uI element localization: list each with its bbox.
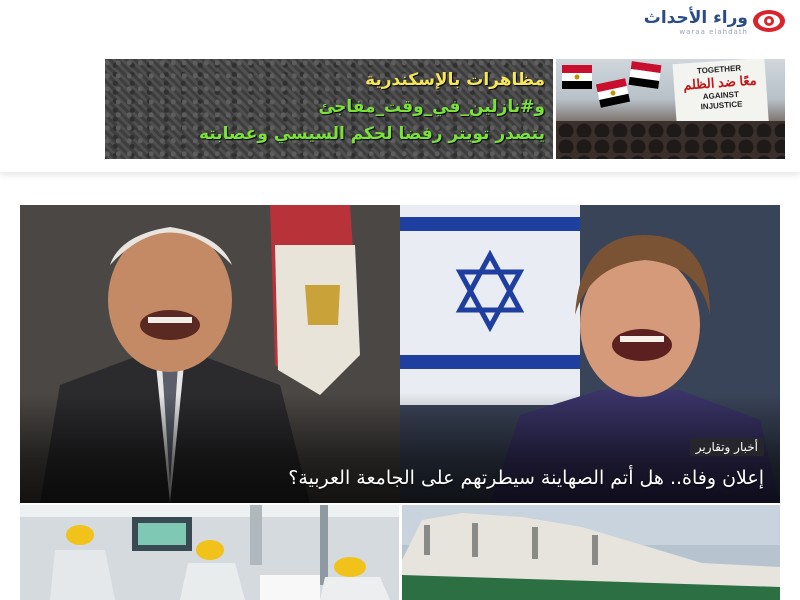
egypt-flag-icon [628,61,662,89]
featured-headline[interactable]: إعلان وفاة.. هل أتم الصهاينة سيطرتهم على… [44,463,764,493]
building-facade-photo [402,505,780,600]
category-badge[interactable]: أخبار وتقارير [689,438,764,456]
banner-lines: مظاهرات بالإسكندرية و#نازلين_في_وقت_مفاج… [105,67,545,148]
ad-banner[interactable]: مظاهرات بالإسكندرية و#نازلين_في_وقت_مفاج… [105,59,785,159]
egypt-flag-icon [595,78,631,108]
site-logo[interactable]: وراء الأحداث waraa elahdath [644,6,786,38]
hospital-icu-photo [20,505,399,600]
banner-protest-photo: TOGETHER معًا ضد الظلم AGAINST INJUSTICE [556,59,785,159]
banner-line: مظاهرات بالإسكندرية [365,70,545,90]
logo-text: وراء الأحداث [643,8,748,28]
banner-text-panel: مظاهرات بالإسكندرية و#نازلين_في_وقت_مفاج… [105,59,553,159]
featured-article[interactable]: أخبار وتقارير إعلان وفاة.. هل أتم الصهاي… [20,205,780,503]
sign-line: INJUSTICE [700,99,743,112]
banner-line: يتصدر تويتر رفضا لحكم السيسي وعصابته [198,124,545,144]
crowd [556,121,785,159]
eye-icon [753,10,785,32]
site-header: وراء الأحداث waraa elahdath مظاهرات بالإ… [0,0,800,172]
banner-line: و#نازلين_في_وقت_مفاجئ [318,97,546,117]
egypt-flag-icon [562,65,592,89]
article-card[interactable] [402,505,780,600]
logo-subtitle: waraa elahdath [679,28,748,36]
article-card[interactable] [20,505,399,600]
